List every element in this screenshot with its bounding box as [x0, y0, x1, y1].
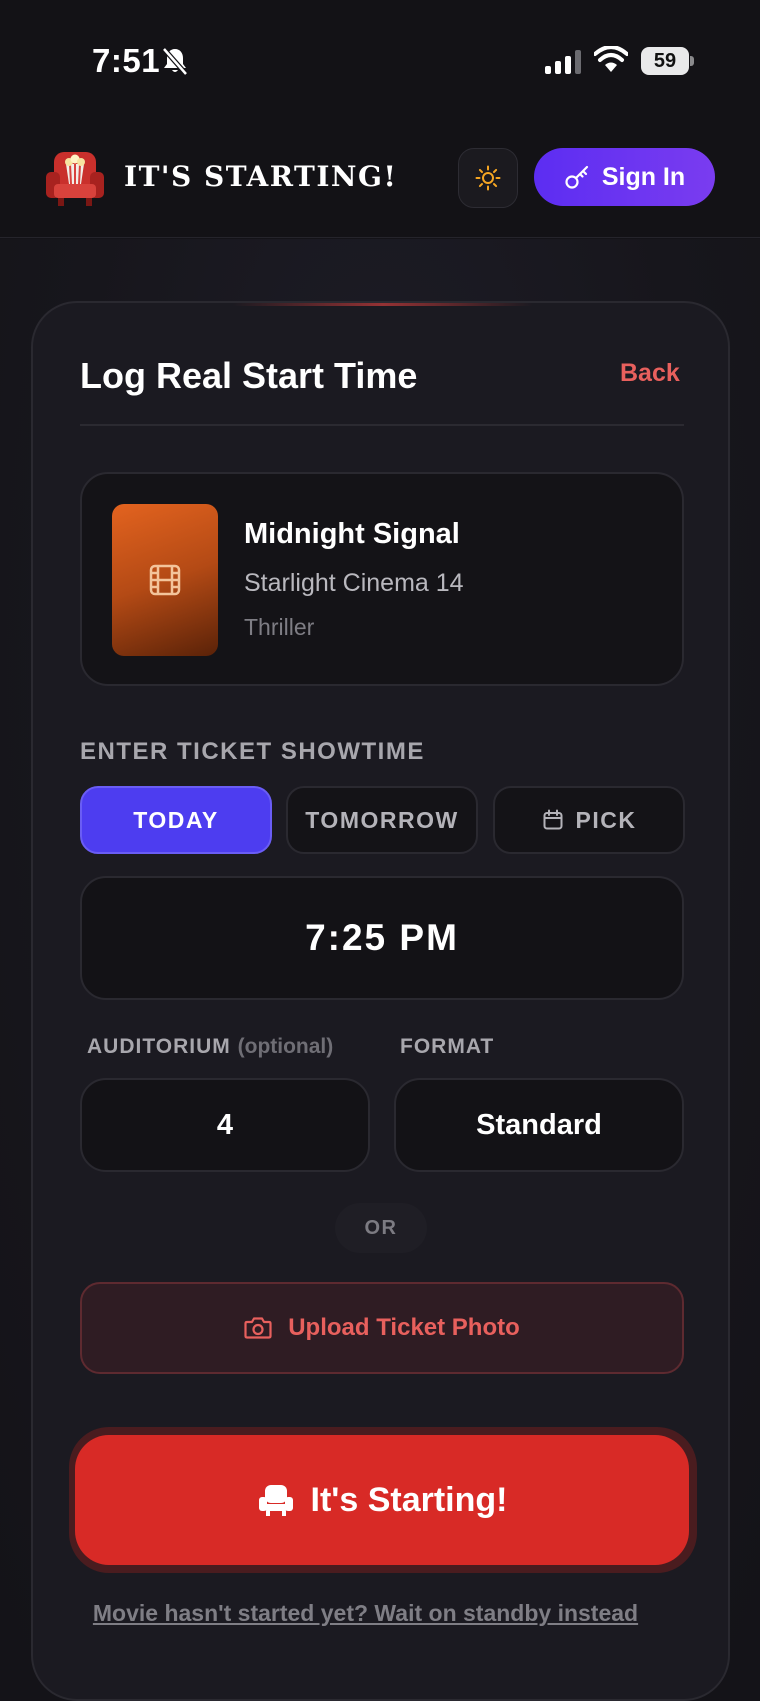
movie-title: Midnight Signal — [244, 518, 460, 550]
battery-level: 59 — [641, 47, 689, 75]
format-select[interactable]: Standard — [394, 1078, 684, 1172]
cinema-seat-popcorn-icon — [46, 152, 104, 206]
day-today-button[interactable]: TODAY — [80, 786, 272, 854]
showtime-section-label: ENTER TICKET SHOWTIME — [80, 738, 425, 765]
day-tomorrow-label: TOMORROW — [305, 806, 459, 833]
showtime-time-input[interactable]: 7:25 PM — [80, 876, 684, 1000]
day-tomorrow-button[interactable]: TOMORROW — [286, 786, 478, 854]
theme-toggle-button[interactable] — [458, 148, 518, 208]
log-start-time-card: Log Real Start Time Back Midnight Signal… — [31, 301, 730, 1701]
format-label: FORMAT — [400, 1035, 495, 1058]
its-starting-label: It's Starting! — [310, 1480, 508, 1519]
optional-note: (optional) — [237, 1035, 334, 1058]
sun-icon — [475, 165, 501, 191]
day-pick-label: PICK — [575, 806, 637, 833]
standby-link[interactable]: Movie hasn't started yet? Wait on standb… — [33, 1600, 698, 1627]
theater-seat-icon — [258, 1485, 293, 1516]
page-title: Log Real Start Time — [80, 355, 418, 396]
movie-summary-card: Midnight Signal Starlight Cinema 14 Thri… — [80, 472, 684, 686]
calendar-icon — [543, 809, 563, 830]
camera-icon — [244, 1317, 272, 1339]
back-button[interactable]: Back — [620, 359, 680, 388]
upload-ticket-photo-button[interactable]: Upload Ticket Photo — [80, 1282, 684, 1374]
wifi-icon — [594, 46, 628, 72]
bell-slash-icon — [162, 47, 188, 76]
day-today-label: TODAY — [133, 806, 219, 833]
its-starting-button[interactable]: It's Starting! — [75, 1435, 689, 1565]
sign-in-label: Sign In — [601, 162, 686, 191]
brand-title: IT'S STARTING! — [124, 160, 398, 193]
battery-icon: 59 — [641, 47, 694, 75]
day-pick-button[interactable]: PICK — [493, 786, 685, 854]
auditorium-label: AUDITORIUM (optional) — [87, 1035, 334, 1058]
key-icon — [565, 165, 588, 189]
status-time: 7:51 — [92, 42, 161, 79]
movie-poster — [112, 504, 218, 656]
status-bar: 7:51 59 — [0, 0, 760, 120]
auditorium-input[interactable]: 4 — [80, 1078, 370, 1172]
movie-theater: Starlight Cinema 14 — [244, 569, 464, 597]
or-divider: OR — [335, 1203, 427, 1253]
movie-genre: Thriller — [244, 614, 315, 640]
signal-icon — [545, 50, 581, 74]
film-icon — [149, 564, 181, 596]
app-header: IT'S STARTING! Sign In — [0, 120, 760, 238]
sign-in-button[interactable]: Sign In — [534, 148, 715, 206]
title-divider — [80, 424, 684, 426]
upload-label: Upload Ticket Photo — [288, 1314, 520, 1341]
